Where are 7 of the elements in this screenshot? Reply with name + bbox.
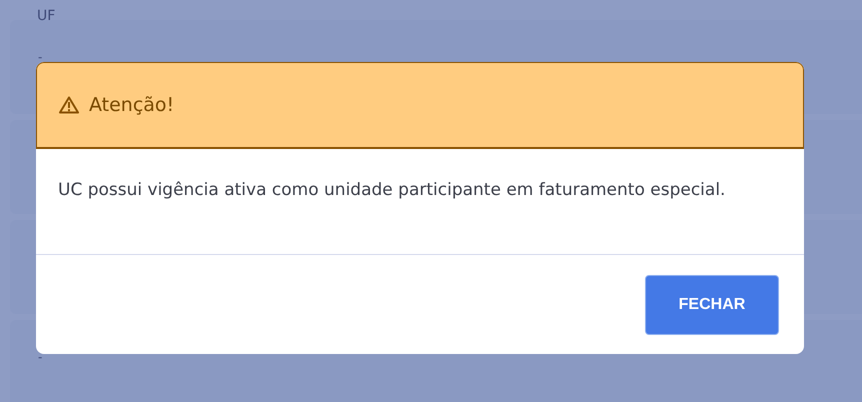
warning-icon bbox=[59, 96, 79, 114]
field-value: - bbox=[38, 352, 42, 362]
dialog-message: UC possui vigência ativa como unidade participante em faturamento especial. bbox=[58, 179, 726, 202]
field-value: - bbox=[38, 52, 42, 62]
close-button[interactable]: FECHAR bbox=[645, 275, 779, 335]
field-label: UF bbox=[37, 9, 56, 19]
dialog-title: Atenção! bbox=[89, 94, 174, 116]
